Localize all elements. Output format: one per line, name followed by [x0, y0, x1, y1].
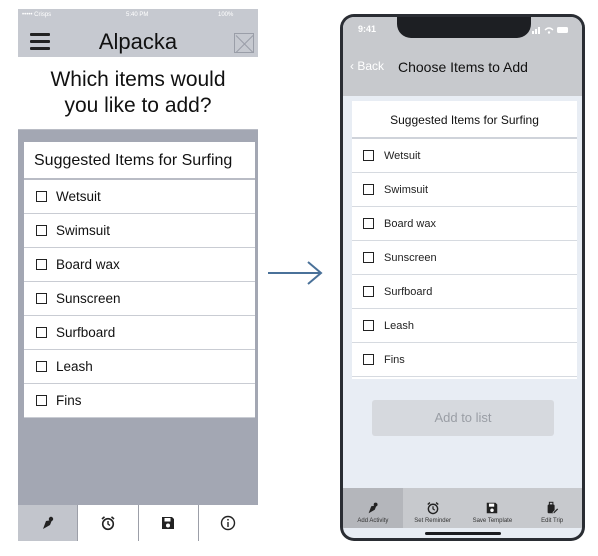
- checkbox[interactable]: [36, 293, 47, 304]
- info-icon: [221, 515, 236, 531]
- item-label: Board wax: [384, 217, 436, 230]
- nav-bar: Alpacka: [18, 27, 258, 57]
- chevron-left-icon: ‹: [350, 59, 354, 73]
- item-label: Leash: [56, 359, 93, 374]
- item-label: Sunscreen: [56, 291, 121, 306]
- suggested-items-card: Suggested Items for Surfing Wetsuit Swim…: [24, 142, 255, 418]
- list-item[interactable]: Wetsuit: [24, 180, 255, 214]
- suggested-items-card: Suggested Items for Surfing Wetsuit Swim…: [352, 101, 577, 379]
- back-label: Back: [357, 59, 385, 73]
- list-item[interactable]: Fins: [352, 343, 577, 377]
- add-to-list-button[interactable]: Add to list: [372, 400, 554, 436]
- alarm-clock-icon: [426, 502, 439, 515]
- home-indicator: [425, 532, 501, 535]
- tab-save-template[interactable]: [139, 505, 199, 541]
- checkbox[interactable]: [36, 361, 47, 372]
- item-label: Sunscreen: [384, 251, 437, 264]
- list-item[interactable]: Swimsuit: [352, 173, 577, 207]
- comparison-stage: ••••• Crisps 5:40 PM 100% Alpacka Which …: [0, 0, 598, 556]
- page-title: Choose Items to Add: [398, 59, 528, 75]
- checkbox[interactable]: [363, 218, 374, 229]
- edit-trip-icon: [547, 501, 560, 515]
- list-item[interactable]: Surfboard: [24, 316, 255, 350]
- item-label: Swimsuit: [56, 223, 111, 238]
- checkbox[interactable]: [363, 252, 374, 263]
- save-icon: [162, 517, 175, 529]
- item-label: Surfboard: [56, 325, 116, 340]
- card-title: Suggested Items for Surfing: [352, 101, 577, 139]
- tab-label: Set Reminder: [414, 518, 451, 524]
- item-label: Wetsuit: [384, 149, 421, 162]
- list-item[interactable]: Swimsuit: [24, 214, 255, 248]
- tab-bar: [18, 505, 258, 541]
- checkbox[interactable]: [36, 259, 47, 270]
- checkbox[interactable]: [36, 395, 47, 406]
- carrier-label: ••••• Crisps: [22, 12, 52, 18]
- add-activity-icon: [368, 502, 378, 514]
- status-icons: [532, 27, 568, 34]
- checkbox[interactable]: [363, 150, 374, 161]
- list-item[interactable]: Fins: [24, 384, 255, 418]
- item-label: Swimsuit: [384, 183, 429, 196]
- list-item[interactable]: Sunscreen: [24, 282, 255, 316]
- checkbox[interactable]: [363, 184, 374, 195]
- status-bar: ••••• Crisps 5:40 PM 100%: [18, 9, 258, 27]
- item-label: Fins: [56, 393, 82, 408]
- question-line-2: you like to add?: [64, 94, 212, 117]
- save-icon: [487, 502, 498, 514]
- after-phone-mockup: 9:41 ‹ Back Choose Items to Add Suggeste…: [340, 14, 585, 541]
- checkbox[interactable]: [36, 327, 47, 338]
- status-time: 5:40 PM: [126, 12, 149, 18]
- item-label: Fins: [384, 353, 405, 366]
- hamburger-menu-icon[interactable]: [30, 33, 50, 50]
- nav-bar: 9:41 ‹ Back Choose Items to Add: [343, 17, 582, 96]
- status-time: 9:41: [358, 24, 377, 34]
- list-item[interactable]: Wetsuit: [352, 139, 577, 173]
- checkbox[interactable]: [36, 191, 47, 202]
- tab-set-reminder[interactable]: Set Reminder: [403, 488, 463, 528]
- card-title: Suggested Items for Surfing: [24, 142, 255, 180]
- tab-save-template[interactable]: Save Template: [463, 488, 523, 528]
- add-activity-icon: [42, 516, 53, 529]
- checkbox[interactable]: [363, 354, 374, 365]
- app-title: Alpacka: [98, 29, 178, 54]
- list-item[interactable]: Leash: [24, 350, 255, 384]
- tab-info[interactable]: [199, 505, 258, 541]
- phone-screen: 9:41 ‹ Back Choose Items to Add Suggeste…: [343, 17, 582, 538]
- back-button[interactable]: ‹ Back: [350, 59, 384, 73]
- question-heading: Which items would you like to add?: [18, 57, 258, 130]
- item-label: Surfboard: [384, 285, 433, 298]
- tab-add-activity[interactable]: Add Activity: [343, 488, 403, 528]
- list-item[interactable]: Surfboard: [352, 275, 577, 309]
- right-arrow-icon: [268, 261, 323, 285]
- tab-label: Save Template: [472, 518, 513, 524]
- close-icon[interactable]: [234, 33, 254, 53]
- tab-add-activity[interactable]: [18, 505, 79, 541]
- notch: [397, 17, 531, 38]
- tab-bar: Add Activity Set Reminder Save Template …: [343, 488, 582, 528]
- item-label: Leash: [384, 319, 414, 332]
- battery-label: 100%: [218, 12, 234, 18]
- list-item[interactable]: Leash: [352, 309, 577, 343]
- checkbox[interactable]: [36, 225, 47, 236]
- list-item[interactable]: Sunscreen: [352, 241, 577, 275]
- item-label: Wetsuit: [56, 189, 101, 204]
- list-item[interactable]: Board wax: [352, 207, 577, 241]
- tab-edit-trip[interactable]: Edit Trip: [522, 488, 582, 528]
- alarm-clock-icon: [101, 516, 115, 531]
- tab-label: Add Activity: [357, 518, 389, 524]
- tab-label: Edit Trip: [541, 518, 564, 524]
- item-label: Board wax: [56, 257, 120, 272]
- tab-set-reminder[interactable]: [78, 505, 139, 541]
- before-phone-mockup: ••••• Crisps 5:40 PM 100% Alpacka Which …: [18, 9, 258, 541]
- checkbox[interactable]: [363, 286, 374, 297]
- question-line-1: Which items would: [50, 68, 226, 91]
- list-item[interactable]: Board wax: [24, 248, 255, 282]
- checkbox[interactable]: [363, 320, 374, 331]
